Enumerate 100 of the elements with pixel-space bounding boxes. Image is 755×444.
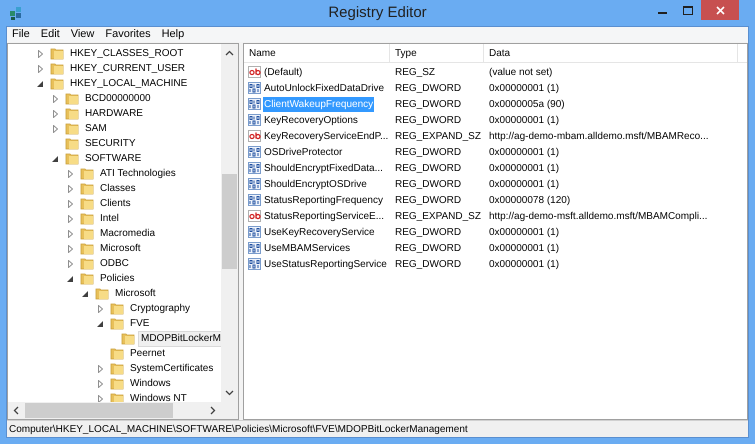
value-name[interactable]: ShouldEncryptOSDrive (263, 176, 368, 192)
expand-arrow-icon[interactable] (68, 170, 72, 178)
menu-item[interactable]: Help (156, 26, 190, 43)
tree-item[interactable]: SOFTWARE (82, 150, 144, 166)
tree-item[interactable]: ODBC (97, 256, 132, 272)
folder-icon (80, 272, 94, 285)
tree-item[interactable]: ATI Technologies (97, 166, 179, 182)
menu-item[interactable]: View (66, 26, 100, 43)
tree-item[interactable]: Clients (97, 196, 134, 212)
scroll-up-icon[interactable] (225, 50, 234, 56)
value-name[interactable]: StatusReportingServiceE... (263, 208, 386, 224)
expand-arrow-icon[interactable] (68, 214, 72, 222)
tree-item[interactable]: Cryptography (127, 300, 194, 316)
close-button[interactable] (701, 0, 739, 20)
value-name[interactable]: (Default) (263, 64, 304, 80)
table-cell-text: 0x00000001 (1) (488, 242, 560, 256)
tree-item[interactable]: Macromedia (97, 226, 158, 242)
value-name[interactable]: UseKeyRecoveryService (263, 224, 376, 240)
horizontal-scrollbar[interactable] (8, 402, 238, 419)
value-name[interactable]: KeyRecoveryServiceEndP... (263, 128, 390, 144)
expand-arrow-icon[interactable] (52, 124, 58, 132)
folder-icon (110, 392, 124, 402)
close-icon (716, 6, 724, 14)
expand-arrow-icon[interactable] (38, 64, 42, 72)
folder-icon (65, 137, 79, 150)
binary-value-icon (248, 242, 261, 254)
menu-item[interactable]: Favorites (100, 26, 156, 43)
tree-item[interactable]: Classes (97, 180, 139, 196)
menu-item[interactable]: File (7, 26, 35, 43)
tree-item[interactable]: MDOPBitLockerM (138, 330, 221, 346)
tree-item[interactable]: SystemCertificates (127, 360, 216, 376)
tree-item[interactable]: Microsoft (97, 240, 144, 256)
tree-item[interactable]: Windows (127, 376, 174, 392)
tree-item[interactable]: HKEY_CURRENT_USER (67, 60, 188, 76)
value-name[interactable]: UseMBAMServices (263, 240, 352, 256)
column-header[interactable]: Type (390, 44, 484, 62)
table-cell-text: 0x00000001 (1) (488, 226, 560, 240)
tree-item[interactable]: Windows NT (127, 390, 190, 402)
tree-item[interactable]: BCD00000000 (82, 90, 154, 106)
table-cell-text: REG_DWORD (394, 242, 462, 256)
minimize-icon (658, 12, 666, 14)
column-header[interactable]: Data (484, 44, 738, 62)
expand-arrow-icon[interactable] (68, 230, 72, 238)
tree-item[interactable]: HARDWARE (82, 106, 146, 122)
binary-value-icon (248, 178, 261, 190)
tree-item[interactable]: FVE (127, 316, 152, 332)
folder-icon (65, 152, 79, 165)
expand-arrow-icon[interactable] (98, 380, 102, 388)
value-name[interactable]: UseStatusReportingService (263, 256, 388, 272)
table-cell-text: (value not set) (488, 66, 552, 80)
table-cell-text: REG_DWORD (394, 178, 462, 192)
binary-value-icon (248, 258, 261, 270)
scroll-down-icon[interactable] (225, 390, 234, 396)
tree-item[interactable]: Intel (97, 210, 122, 226)
folder-icon (50, 62, 64, 75)
collapse-arrow-icon[interactable] (67, 276, 73, 282)
value-name[interactable]: ShouldEncryptFixedData... (263, 160, 384, 176)
scrollbar-thumb[interactable] (25, 403, 173, 418)
scroll-right-icon[interactable] (210, 406, 216, 415)
binary-value-icon (248, 194, 261, 206)
string-value-icon (248, 210, 261, 222)
value-name[interactable]: KeyRecoveryOptions (263, 112, 359, 128)
expand-arrow-icon[interactable] (98, 364, 102, 372)
scrollbar-thumb[interactable] (222, 174, 237, 269)
expand-arrow-icon[interactable] (52, 110, 58, 118)
expand-arrow-icon[interactable] (68, 260, 72, 268)
table-cell-text: 0x00000001 (1) (488, 162, 560, 176)
tree-item[interactable]: HKEY_CLASSES_ROOT (67, 46, 186, 62)
folder-icon (110, 347, 124, 360)
column-header[interactable]: Name (244, 44, 390, 62)
table-cell-text: 0x00000078 (120) (488, 194, 570, 208)
collapse-arrow-icon[interactable] (52, 156, 58, 162)
expand-arrow-icon[interactable] (38, 50, 42, 58)
collapse-arrow-icon[interactable] (82, 290, 88, 296)
expand-arrow-icon[interactable] (52, 94, 58, 102)
menu-item[interactable]: Edit (36, 26, 65, 43)
table-cell-text: REG_EXPAND_SZ (394, 210, 482, 224)
tree-item[interactable]: Peernet (127, 346, 168, 362)
expand-arrow-icon[interactable] (68, 244, 72, 252)
tree-item[interactable]: Microsoft (112, 286, 159, 302)
expand-arrow-icon[interactable] (68, 200, 72, 208)
expand-arrow-icon[interactable] (98, 304, 102, 312)
value-name[interactable]: OSDriveProtector (263, 144, 344, 160)
value-name[interactable]: AutoUnlockFixedDataDrive (263, 80, 386, 96)
tree-item[interactable]: SECURITY (82, 136, 139, 152)
value-name[interactable]: StatusReportingFrequency (263, 192, 384, 208)
string-value-icon (248, 130, 261, 142)
binary-value-icon (248, 114, 261, 126)
tree-item[interactable]: SAM (82, 120, 110, 136)
folder-icon (65, 107, 79, 120)
table-cell-text: REG_DWORD (394, 162, 462, 176)
expand-arrow-icon[interactable] (68, 184, 72, 192)
expand-arrow-icon[interactable] (98, 394, 102, 402)
tree-item[interactable]: HKEY_LOCAL_MACHINE (67, 76, 190, 92)
collapse-arrow-icon[interactable] (37, 80, 43, 86)
vertical-scrollbar[interactable] (221, 44, 238, 402)
table-cell-text: http://ag-demo-mbam.alldemo.msft/MBAMReco... (488, 130, 709, 144)
tree-item[interactable]: Policies (97, 270, 138, 286)
scroll-left-icon[interactable] (13, 406, 19, 415)
collapse-arrow-icon[interactable] (97, 320, 103, 326)
